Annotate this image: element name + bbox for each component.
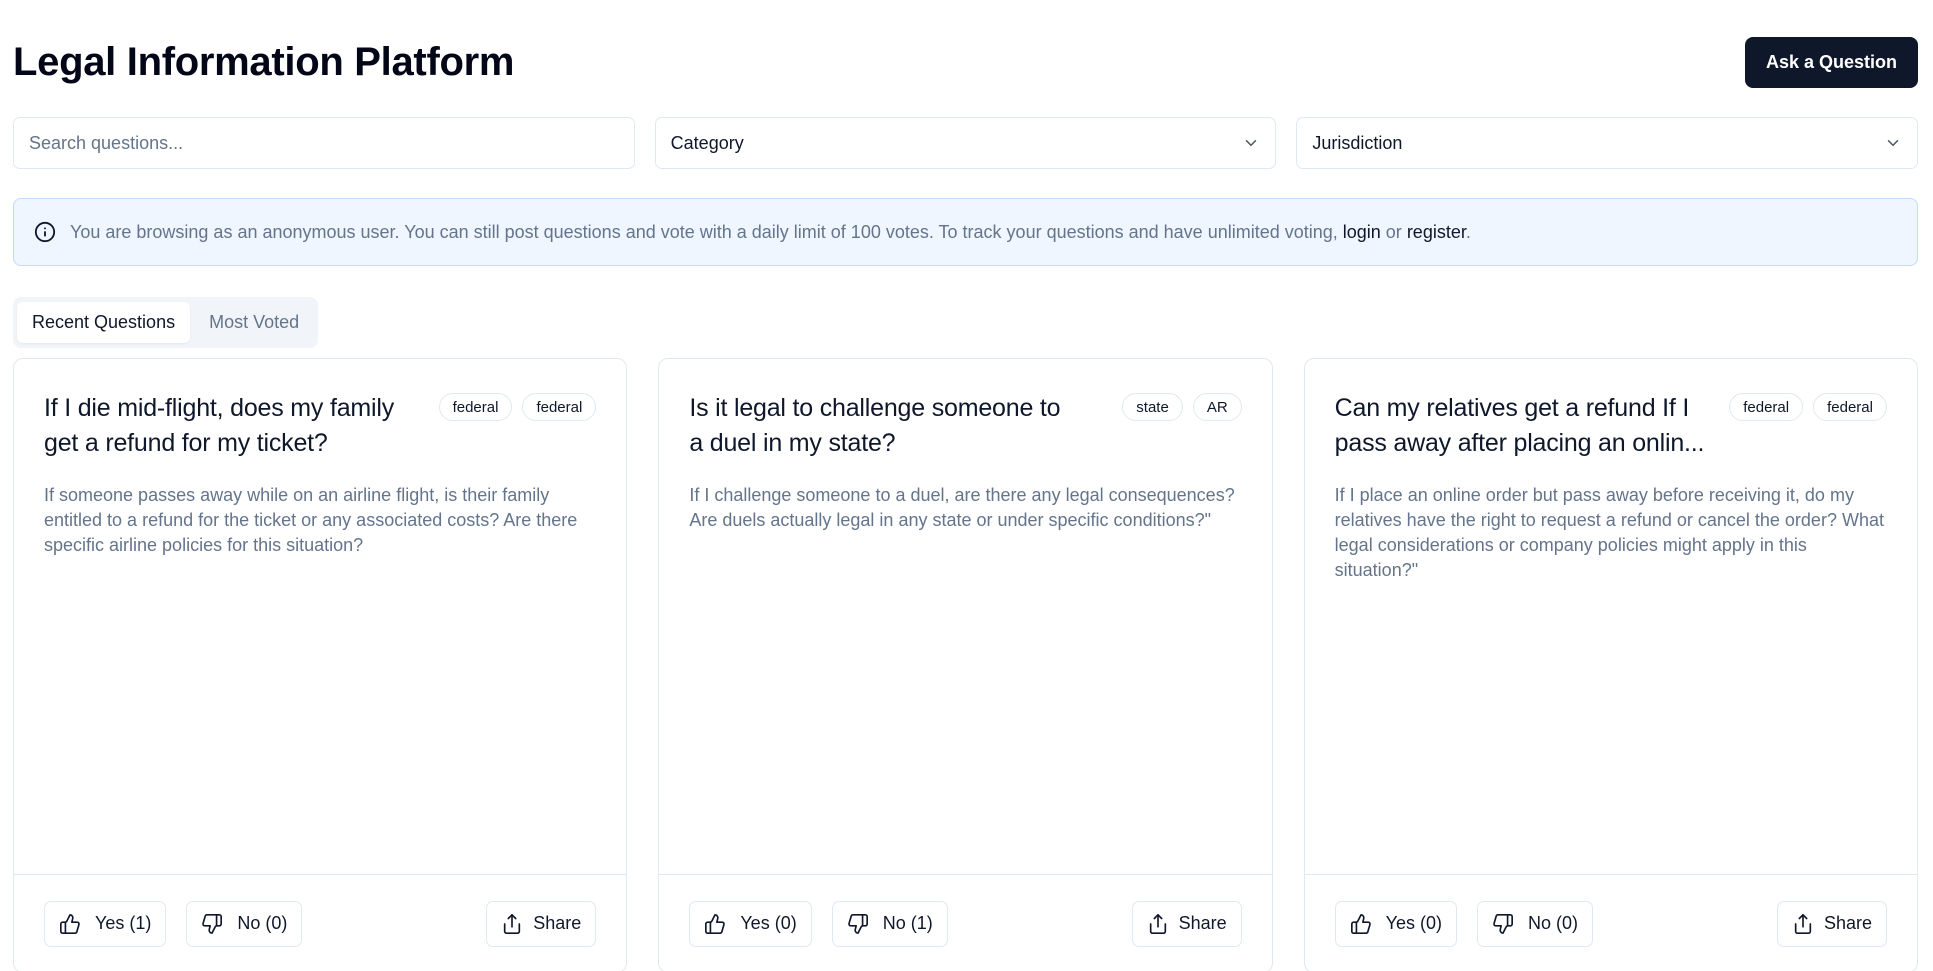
question-card[interactable]: Can my relatives get a refund If I pass … — [1303, 358, 1918, 971]
question-description: If I place an online order but pass away… — [1334, 485, 1884, 580]
question-card[interactable]: If I die mid-flight, does my family get … — [13, 358, 628, 971]
jurisdiction-badge: federal — [1813, 393, 1887, 421]
card-footer: Yes (1) No (0) Share — [14, 874, 627, 971]
share-label: Share — [1178, 913, 1227, 933]
vote-no-label: No (0) — [1528, 913, 1579, 933]
chevron-down-icon — [1246, 140, 1257, 146]
share-button[interactable]: Share — [486, 900, 597, 947]
share-icon — [1149, 913, 1166, 934]
thumbs-up-icon — [1350, 913, 1371, 934]
vote-no-label: No (0) — [237, 913, 288, 933]
vote-no-button[interactable]: No (1) — [831, 900, 948, 947]
chevron-down-icon — [1887, 140, 1899, 146]
jurisdiction-badge: federal — [522, 393, 597, 421]
vote-no-button[interactable]: No (0) — [1477, 900, 1594, 947]
page-title: Legal Information Platform — [13, 39, 515, 84]
thumbs-down-icon — [1493, 913, 1514, 934]
card-header: Can my relatives get a refund If I pass … — [1305, 359, 1917, 461]
category-badge: federal — [438, 393, 513, 421]
jurisdiction-select-value: Jurisdiction — [1312, 132, 1403, 153]
question-description: If someone passes away while on an airli… — [44, 485, 578, 555]
notice-or: or — [1380, 221, 1407, 242]
card-header: If I die mid-flight, does my family get … — [14, 359, 626, 461]
anonymous-notice: You are browsing as an anonymous user. Y… — [13, 198, 1918, 266]
question-card[interactable]: Is it legal to challenge someone to a du… — [658, 358, 1273, 971]
register-link[interactable]: register — [1407, 222, 1466, 242]
category-badge: federal — [1729, 393, 1804, 421]
badge-group: state AR — [1122, 391, 1242, 461]
vote-no-label: No (1) — [882, 913, 933, 933]
question-list: If I die mid-flight, does my family get … — [13, 358, 1918, 971]
share-label: Share — [533, 913, 582, 933]
tab-recent-questions[interactable]: Recent Questions — [17, 302, 191, 343]
question-description: If I challenge someone to a duel, are th… — [689, 485, 1235, 530]
badge-group: federal federal — [1729, 391, 1887, 461]
jurisdiction-select[interactable]: Jurisdiction — [1296, 117, 1919, 169]
info-icon — [34, 221, 56, 243]
vote-yes-label: Yes (0) — [1385, 913, 1443, 933]
thumbs-up-icon — [60, 913, 80, 934]
category-badge: state — [1122, 393, 1183, 421]
question-tabs: Recent Questions Most Voted — [13, 297, 319, 348]
search-input[interactable] — [29, 132, 619, 154]
card-footer: Yes (0) No (0) Share — [1304, 874, 1917, 971]
card-header: Is it legal to challenge someone to a du… — [659, 359, 1271, 461]
share-icon — [1794, 913, 1812, 934]
share-icon — [504, 913, 521, 934]
card-footer: Yes (0) No (1) Share — [659, 874, 1272, 971]
share-label: Share — [1823, 913, 1872, 933]
notice-end: . — [1465, 221, 1471, 242]
share-button[interactable]: Share — [1131, 900, 1242, 947]
vote-yes-label: Yes (1) — [95, 913, 152, 933]
question-title[interactable]: Is it legal to challenge someone to a du… — [689, 391, 1069, 461]
question-title[interactable]: Can my relatives get a refund If I pass … — [1335, 391, 1715, 461]
thumbs-down-icon — [847, 913, 868, 934]
vote-yes-button[interactable]: Yes (0) — [1334, 900, 1458, 947]
thumbs-down-icon — [202, 913, 223, 934]
vote-yes-button[interactable]: Yes (0) — [689, 900, 812, 947]
category-select-value: Category — [670, 132, 744, 153]
thumbs-up-icon — [705, 913, 726, 934]
tab-most-voted[interactable]: Most Voted — [194, 302, 314, 343]
ask-question-button[interactable]: Ask a Question — [1744, 36, 1918, 88]
badge-group: federal federal — [438, 391, 597, 461]
share-button[interactable]: Share — [1776, 900, 1887, 947]
category-select[interactable]: Category — [654, 117, 1277, 169]
notice-text: You are browsing as an anonymous user. Y… — [70, 222, 1471, 243]
jurisdiction-badge: AR — [1192, 393, 1242, 421]
vote-yes-button[interactable]: Yes (1) — [44, 900, 167, 947]
question-title[interactable]: If I die mid-flight, does my family get … — [44, 391, 424, 461]
page: Legal Information Platform Ask a Questio… — [0, 0, 1933, 971]
vote-yes-label: Yes (0) — [740, 913, 797, 933]
search-box[interactable] — [13, 117, 635, 169]
login-link[interactable]: login — [1343, 222, 1381, 242]
filters: Category Jurisdiction — [13, 117, 1919, 169]
notice-message: You are browsing as an anonymous user. Y… — [70, 221, 1343, 242]
header: Legal Information Platform Ask a Questio… — [13, 36, 1918, 88]
vote-no-button[interactable]: No (0) — [186, 900, 303, 947]
